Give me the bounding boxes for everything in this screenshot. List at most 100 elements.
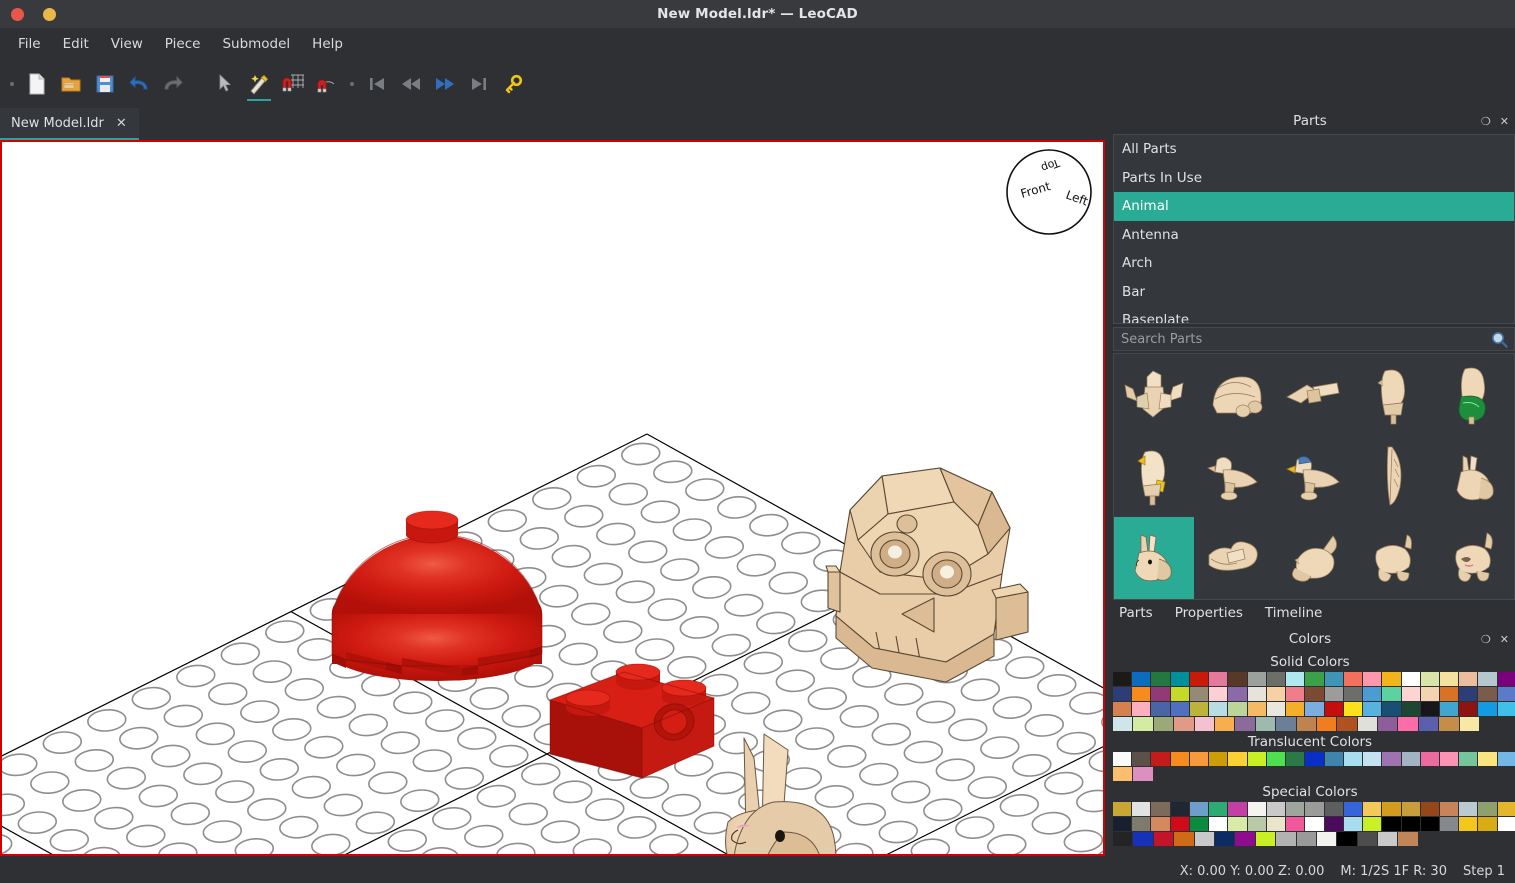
color-swatch[interactable]: [1170, 817, 1189, 831]
color-swatch[interactable]: [1401, 802, 1420, 816]
color-swatch[interactable]: [1382, 802, 1401, 816]
color-swatch[interactable]: [1286, 802, 1305, 816]
color-swatch[interactable]: [1247, 672, 1266, 686]
color-swatch[interactable]: [1113, 817, 1132, 831]
color-swatch[interactable]: [1357, 717, 1378, 731]
snap-angle-button[interactable]: [310, 64, 344, 104]
color-swatch[interactable]: [1113, 672, 1132, 686]
color-swatch[interactable]: [1170, 802, 1189, 816]
color-swatch[interactable]: [1189, 752, 1209, 766]
color-swatch[interactable]: [1401, 702, 1420, 716]
color-swatch[interactable]: [1478, 702, 1497, 716]
color-swatch[interactable]: [1228, 802, 1247, 816]
color-swatch[interactable]: [1209, 752, 1228, 766]
color-swatch[interactable]: [1153, 717, 1174, 731]
last-step-button[interactable]: [462, 64, 496, 104]
color-swatch[interactable]: [1420, 672, 1439, 686]
color-swatch[interactable]: [1337, 832, 1357, 846]
part-feather[interactable]: [1354, 436, 1434, 518]
color-swatch[interactable]: [1478, 802, 1497, 816]
part-parrot-yellow[interactable]: [1114, 436, 1194, 518]
insert-piece-tool-button[interactable]: [242, 64, 276, 104]
category-antenna[interactable]: Antenna: [1114, 221, 1514, 250]
color-swatch[interactable]: [1363, 687, 1382, 701]
color-swatch[interactable]: [1132, 817, 1151, 831]
color-swatch[interactable]: [1316, 832, 1337, 846]
save-button[interactable]: [88, 64, 122, 104]
color-swatch[interactable]: [1266, 752, 1286, 766]
special-colors-swatches[interactable]: [1113, 802, 1515, 847]
undo-button[interactable]: [122, 64, 156, 104]
part-bunny-front[interactable]: [1114, 517, 1194, 599]
color-swatch[interactable]: [1324, 752, 1343, 766]
float-colors-panel-icon[interactable]: ❍: [1481, 634, 1491, 645]
new-document-button[interactable]: [20, 64, 54, 104]
color-swatch[interactable]: [1247, 802, 1266, 816]
color-swatch[interactable]: [1478, 817, 1497, 831]
color-swatch[interactable]: [1497, 817, 1515, 831]
color-swatch[interactable]: [1459, 717, 1480, 731]
solid-colors-swatches[interactable]: [1113, 672, 1515, 732]
color-swatch[interactable]: [1247, 752, 1266, 766]
category-parts-in-use[interactable]: Parts In Use: [1114, 164, 1514, 193]
color-swatch[interactable]: [1497, 702, 1515, 716]
snap-grid-button[interactable]: [276, 64, 310, 104]
color-swatch[interactable]: [1194, 717, 1214, 731]
color-swatch[interactable]: [1363, 802, 1382, 816]
color-swatch[interactable]: [1266, 802, 1286, 816]
category-animal[interactable]: Animal: [1114, 192, 1514, 221]
color-swatch[interactable]: [1228, 687, 1247, 701]
open-folder-button[interactable]: [54, 64, 88, 104]
color-swatch[interactable]: [1286, 687, 1305, 701]
color-swatch[interactable]: [1228, 702, 1247, 716]
color-swatch[interactable]: [1113, 832, 1133, 846]
parts-category-list[interactable]: All Parts Parts In Use Animal Antenna Ar…: [1113, 134, 1515, 324]
color-swatch[interactable]: [1189, 702, 1209, 716]
color-swatch[interactable]: [1266, 702, 1286, 716]
color-swatch[interactable]: [1189, 817, 1209, 831]
part-parrot-green[interactable]: [1434, 354, 1514, 436]
color-swatch[interactable]: [1439, 802, 1459, 816]
previous-step-button[interactable]: [394, 64, 428, 104]
color-swatch[interactable]: [1209, 672, 1228, 686]
color-swatch[interactable]: [1439, 687, 1459, 701]
part-cat-face[interactable]: [1434, 517, 1514, 599]
close-colors-panel-icon[interactable]: ✕: [1500, 634, 1509, 645]
tab-timeline[interactable]: Timeline: [1265, 605, 1322, 621]
color-swatch[interactable]: [1286, 817, 1305, 831]
color-swatch[interactable]: [1343, 687, 1363, 701]
color-swatch[interactable]: [1276, 717, 1296, 731]
color-swatch[interactable]: [1497, 687, 1515, 701]
color-swatch[interactable]: [1401, 752, 1420, 766]
menu-submodel[interactable]: Submodel: [211, 32, 301, 56]
color-swatch[interactable]: [1459, 802, 1478, 816]
color-swatch[interactable]: [1343, 672, 1363, 686]
first-step-button[interactable]: [360, 64, 394, 104]
color-swatch[interactable]: [1286, 702, 1305, 716]
color-swatch[interactable]: [1235, 832, 1255, 846]
color-swatch[interactable]: [1324, 702, 1343, 716]
color-swatch[interactable]: [1228, 672, 1247, 686]
color-swatch[interactable]: [1209, 802, 1228, 816]
color-swatch[interactable]: [1420, 752, 1439, 766]
color-swatch[interactable]: [1170, 752, 1189, 766]
color-swatch[interactable]: [1357, 832, 1378, 846]
color-swatch[interactable]: [1209, 702, 1228, 716]
color-swatch[interactable]: [1228, 817, 1247, 831]
color-swatch[interactable]: [1398, 717, 1418, 731]
part-bat[interactable]: [1114, 354, 1194, 436]
toolbar-handle[interactable]: [4, 64, 20, 104]
color-swatch[interactable]: [1266, 687, 1286, 701]
color-swatch[interactable]: [1305, 817, 1324, 831]
document-tab-new-model[interactable]: New Model.ldr ✕: [0, 108, 139, 140]
part-cat-lying[interactable]: [1274, 517, 1354, 599]
color-swatch[interactable]: [1132, 752, 1151, 766]
color-swatch[interactable]: [1439, 817, 1459, 831]
part-cat-standing[interactable]: [1354, 517, 1434, 599]
part-bird-standing[interactable]: [1194, 436, 1274, 518]
color-swatch[interactable]: [1174, 717, 1194, 731]
color-swatch[interactable]: [1363, 817, 1382, 831]
color-swatch[interactable]: [1378, 717, 1398, 731]
color-swatch[interactable]: [1324, 817, 1343, 831]
color-swatch[interactable]: [1296, 832, 1316, 846]
